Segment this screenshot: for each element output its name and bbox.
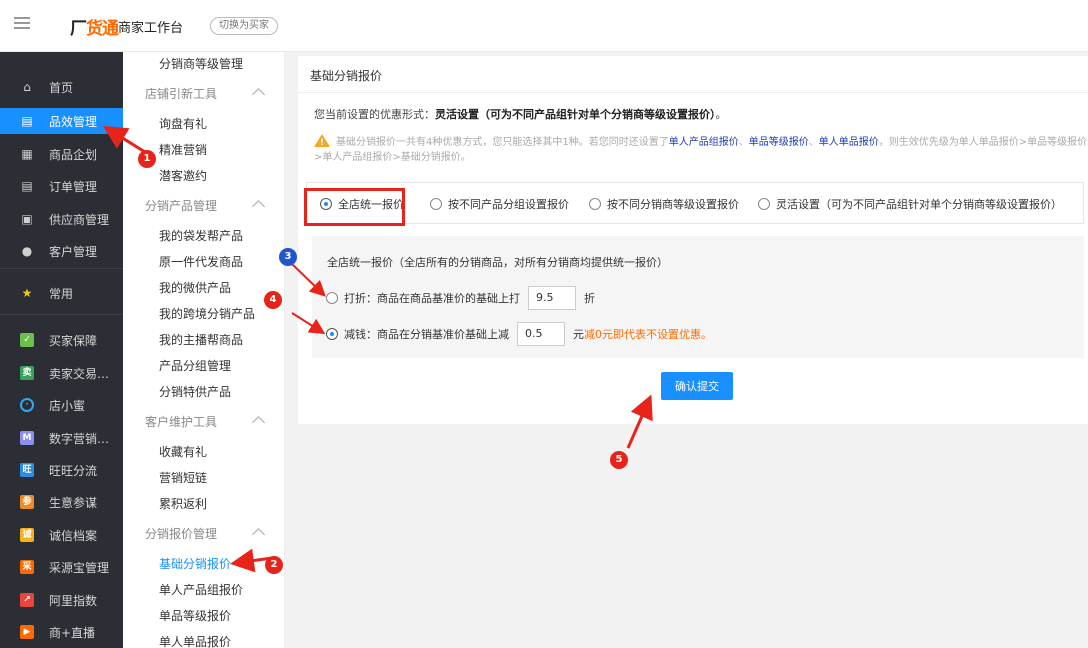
annotation-badge: 2 (265, 556, 283, 574)
annotation-arrows (102, 125, 653, 573)
annotation-badge: 5 (610, 451, 628, 469)
arrow-4 (291, 312, 326, 335)
annotation-badge: 4 (264, 291, 282, 309)
arrow-3 (291, 263, 326, 297)
annotation-badge: 3 (279, 248, 297, 266)
arrow-5 (626, 394, 653, 449)
arrow-1 (102, 125, 146, 154)
annotation-badge: 1 (138, 150, 156, 168)
